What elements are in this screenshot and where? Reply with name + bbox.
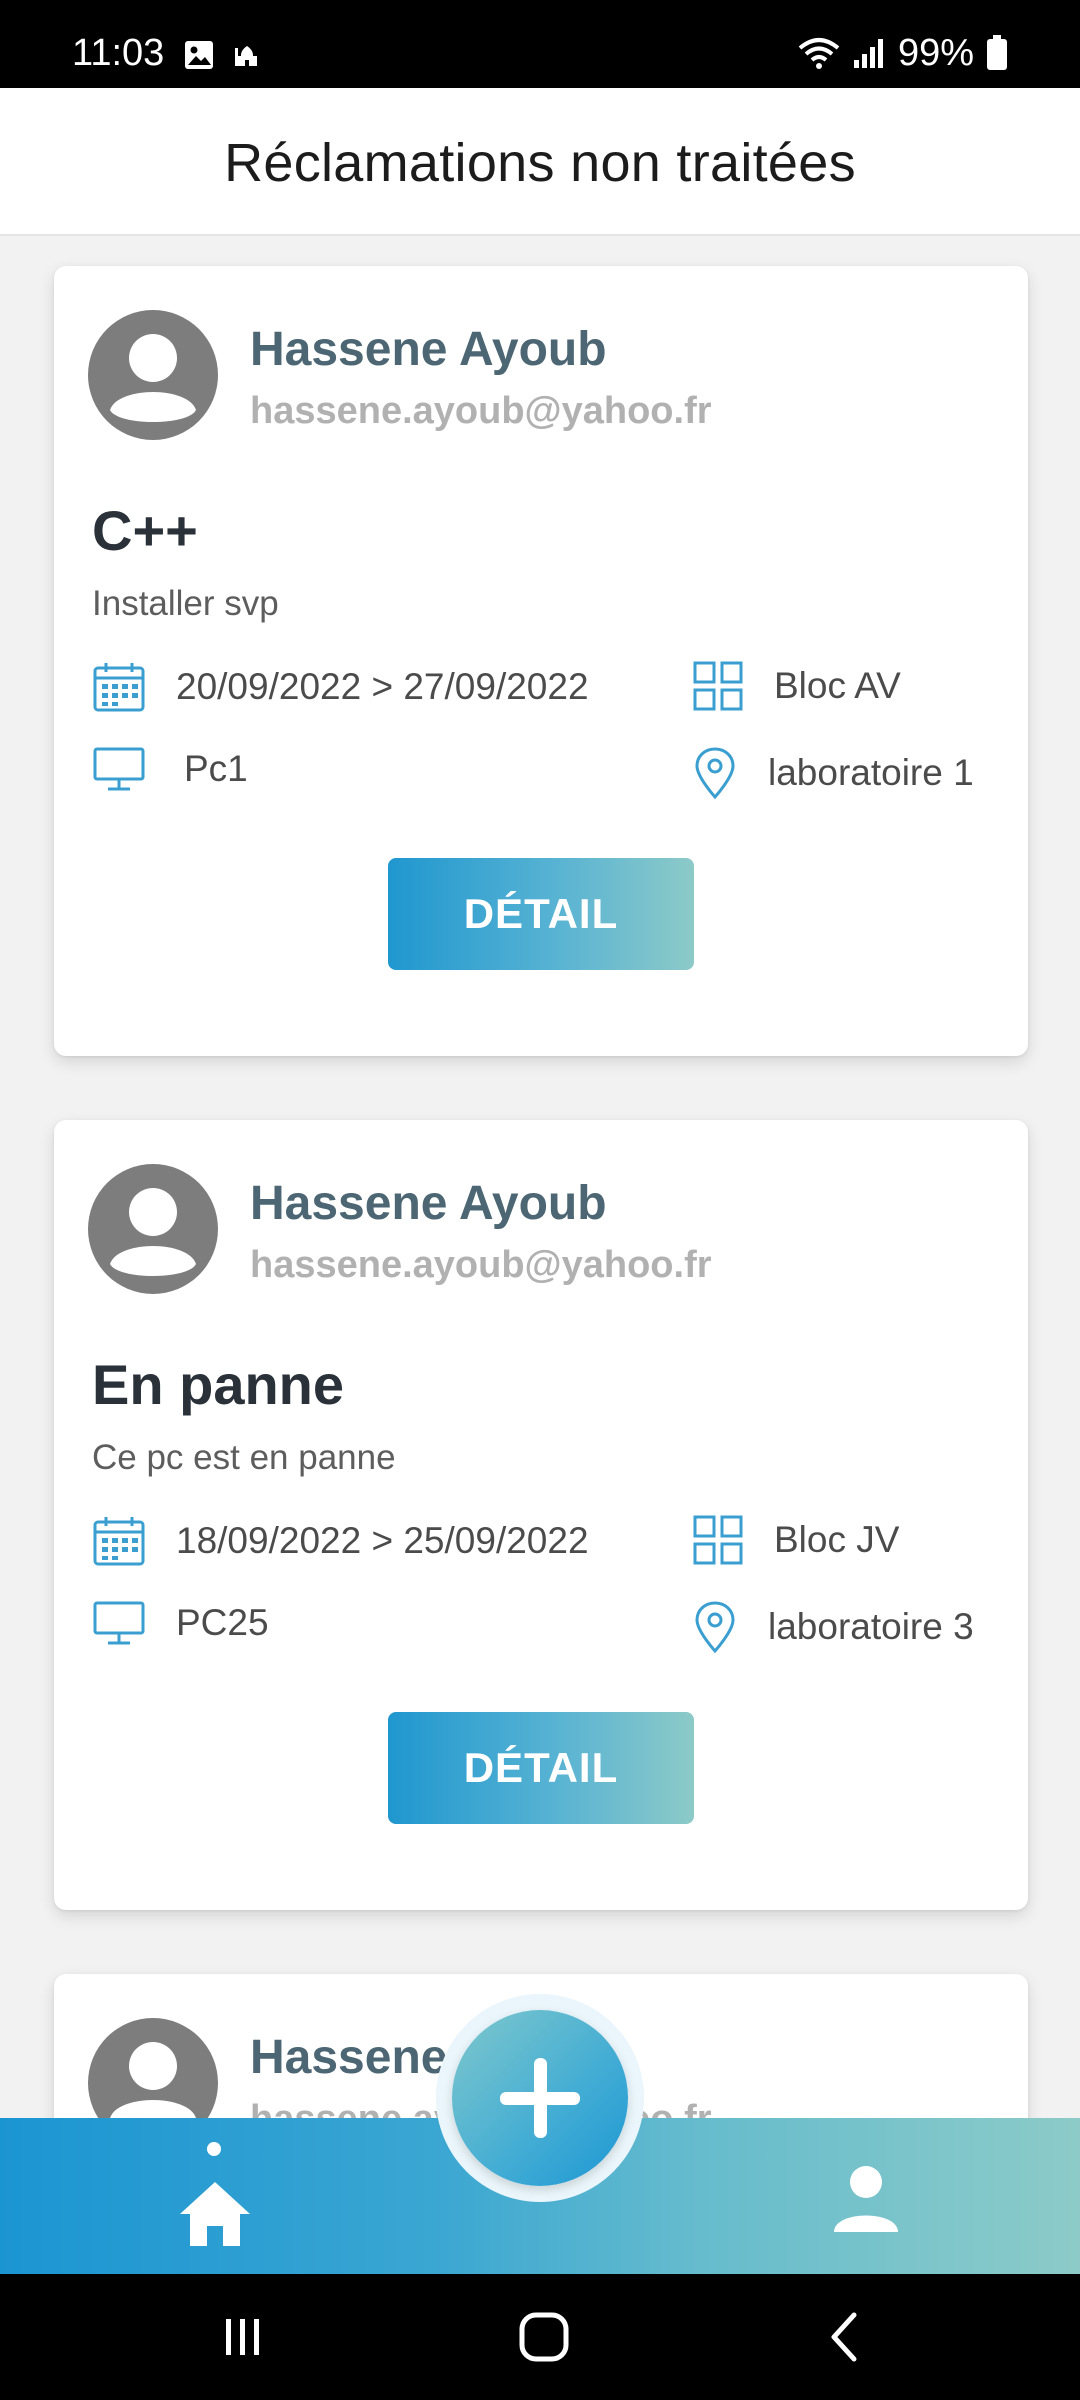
person-icon <box>110 334 196 422</box>
person-icon <box>110 1188 196 1276</box>
claim-card: Hassene Ayoub hassene.ayoub@yahoo.fr C++… <box>54 266 1028 1056</box>
claim-dates: 18/09/2022 > 25/09/2022 <box>92 1514 589 1568</box>
claim-bloc: Bloc JV <box>692 1514 899 1566</box>
claim-pc: PC25 <box>92 1600 269 1646</box>
claim-lab-text: laboratoire 1 <box>768 752 974 793</box>
detail-button[interactable]: DÉTAIL <box>388 1712 694 1824</box>
system-nav-bar <box>0 2274 1080 2400</box>
page-title: Réclamations non traitées <box>224 133 856 193</box>
grid-icon <box>693 661 743 711</box>
add-icon <box>500 2058 580 2138</box>
claim-description: Installer svp <box>92 584 279 623</box>
signal-icon <box>853 39 883 68</box>
nav-profile[interactable] <box>826 2158 906 2238</box>
claims-list[interactable]: Hassene Ayoub hassene.ayoub@yahoo.fr C++… <box>0 238 1080 2118</box>
location-pin-icon <box>695 1601 735 1654</box>
claim-bloc-text: Bloc JV <box>774 1519 900 1560</box>
claim-card: Hassene Ayoub hassene.ayoub@yahoo.fr En … <box>54 1120 1028 1910</box>
home-icon <box>180 2182 250 2246</box>
battery-icon <box>987 35 1007 70</box>
claim-pc-text: Pc1 <box>184 748 248 789</box>
app-header: Réclamations non traitées <box>0 88 1080 236</box>
grid-icon <box>693 1515 743 1565</box>
monitor-icon <box>93 1601 145 1645</box>
claim-dates: 20/09/2022 > 27/09/2022 <box>92 660 589 714</box>
avatar <box>88 310 218 440</box>
user-email: hassene.ayoub@yahoo.fr <box>250 1244 712 1286</box>
active-indicator <box>207 2142 221 2156</box>
mosque-icon <box>235 46 257 66</box>
status-time: 11:03 <box>72 32 165 74</box>
person-icon <box>110 2042 196 2118</box>
status-bar: 11:03 99% <box>0 0 1080 88</box>
claim-lab: laboratoire 3 <box>692 1600 974 1654</box>
user-email: hassene.ayoub@yahoo.fr <box>250 390 712 432</box>
claim-description: Ce pc est en panne <box>92 1438 396 1477</box>
avatar <box>88 1164 218 1294</box>
claim-dates-text: 18/09/2022 > 25/09/2022 <box>176 1520 589 1561</box>
calendar-icon <box>93 1517 145 1566</box>
claim-bloc: Bloc AV <box>692 660 901 712</box>
claim-title: C++ <box>92 499 198 562</box>
avatar <box>88 2018 218 2118</box>
location-pin-icon <box>695 747 735 800</box>
add-button[interactable] <box>452 2010 628 2186</box>
calendar-icon <box>93 663 145 712</box>
detail-button[interactable]: DÉTAIL <box>388 858 694 970</box>
claim-dates-text: 20/09/2022 > 27/09/2022 <box>176 666 589 707</box>
wifi-icon <box>798 38 840 69</box>
user-name: Hassene Ayoub <box>250 1177 607 1230</box>
claim-pc-text: PC25 <box>176 1602 269 1643</box>
battery-percent: 99% <box>897 32 974 74</box>
nav-home[interactable] <box>170 2138 260 2258</box>
claim-bloc-text: Bloc AV <box>774 665 901 706</box>
home-system-icon[interactable] <box>514 2307 574 2367</box>
claim-title: En panne <box>92 1353 345 1416</box>
claim-pc: Pc1 <box>92 746 248 792</box>
claim-lab-text: laboratoire 3 <box>768 1606 974 1647</box>
claim-lab: laboratoire 1 <box>692 746 974 800</box>
recent-apps-icon[interactable] <box>212 2307 272 2367</box>
profile-icon <box>834 2166 898 2232</box>
gallery-icon <box>185 41 213 69</box>
back-icon[interactable] <box>816 2307 876 2367</box>
user-name: Hassene Ayoub <box>250 323 607 376</box>
monitor-icon <box>93 747 145 791</box>
